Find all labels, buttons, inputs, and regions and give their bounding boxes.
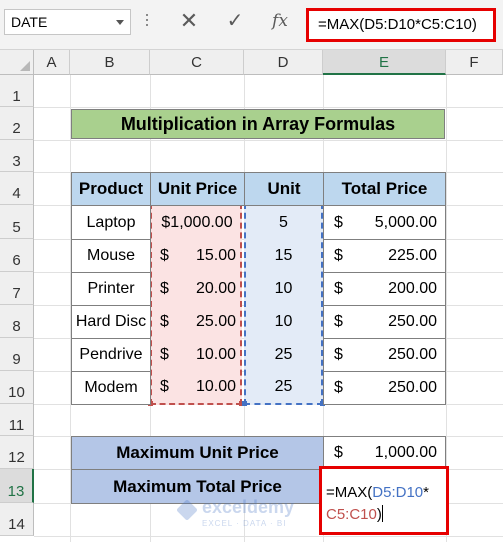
currency-symbol: $ — [160, 313, 169, 330]
cell-product[interactable]: Printer — [71, 272, 151, 306]
cell-value: 20.00 — [195, 280, 236, 297]
select-all-corner[interactable] — [0, 50, 34, 75]
row-header-1[interactable]: 1 — [0, 75, 34, 107]
row-header-6[interactable]: 6 — [0, 239, 34, 272]
header-product[interactable]: Product — [71, 172, 151, 206]
cell-product[interactable]: Pendrive — [71, 338, 151, 372]
row-header-10[interactable]: 10 — [0, 371, 34, 404]
cell-product[interactable]: Hard Disc — [71, 305, 151, 339]
cell-unit-price[interactable]: $15.00 — [152, 239, 242, 273]
column-header-c[interactable]: C — [150, 50, 244, 75]
cell-total-price[interactable]: $5,000.00 — [323, 205, 446, 240]
formula-prefix: =MAX( — [326, 484, 373, 501]
column-header-d[interactable]: D — [244, 50, 323, 75]
currency-symbol: $ — [334, 247, 343, 264]
max-unit-price-cell[interactable]: $1,000.00 — [323, 436, 446, 470]
column-header-f[interactable]: F — [446, 50, 503, 75]
currency-symbol: $ — [334, 280, 343, 297]
cell-value: 10.00 — [195, 346, 236, 363]
cell-value: 250.00 — [388, 313, 437, 330]
row-header-9[interactable]: 9 — [0, 338, 34, 371]
currency-symbol: $ — [334, 379, 343, 396]
text-cursor — [381, 505, 383, 522]
column-header-e[interactable]: E — [323, 50, 446, 75]
cell-unit[interactable]: 10 — [246, 272, 321, 306]
cell-unit-price[interactable]: $20.00 — [152, 272, 242, 306]
cell-unit[interactable]: 15 — [246, 239, 321, 273]
header-total-price[interactable]: Total Price — [323, 172, 446, 206]
currency-symbol: $ — [160, 280, 169, 297]
cell-value: 5,000.00 — [374, 213, 437, 231]
cell-total-price[interactable]: $250.00 — [323, 338, 446, 372]
currency-symbol: $ — [160, 378, 169, 395]
cell-value: 25.00 — [195, 313, 236, 330]
max-unit-price-label[interactable]: Maximum Unit Price — [71, 436, 324, 470]
row-header-12[interactable]: 12 — [0, 436, 34, 469]
cell-value: 225.00 — [388, 247, 437, 264]
cell-total-price[interactable]: $250.00 — [323, 371, 446, 405]
header-unit[interactable]: Unit — [244, 172, 324, 206]
formula-operator: * — [423, 484, 429, 501]
insert-function-icon[interactable]: fx — [268, 9, 292, 35]
cell-value: 200.00 — [388, 280, 437, 297]
currency-symbol: $ — [334, 444, 343, 461]
row-header-14[interactable]: 14 — [0, 503, 34, 536]
cell-unit[interactable]: 5 — [246, 205, 321, 240]
formula-input[interactable]: =MAX(D5:D10*C5:C10) — [306, 8, 496, 42]
name-box-value: DATE — [11, 14, 48, 30]
row-header-2[interactable]: 2 — [0, 107, 34, 140]
cell-unit-price[interactable]: $10.00 — [152, 371, 242, 403]
row-header-4[interactable]: 4 — [0, 172, 34, 205]
formula-ref-d: D5:D10 — [372, 484, 424, 501]
formula-bar: DATE ✕ ✓ fx =MAX(D5:D10*C5:C10) — [0, 0, 503, 50]
cell-value: 1,000.00 — [374, 444, 437, 461]
exceldemy-logo-icon — [176, 499, 198, 521]
currency-symbol: $ — [334, 213, 343, 231]
watermark-tagline: EXCEL · DATA · BI — [202, 519, 287, 528]
cell-product[interactable]: Modem — [71, 371, 151, 405]
cell-unit[interactable]: 10 — [246, 305, 321, 339]
watermark-name: exceldemy — [202, 497, 295, 517]
cell-unit-price[interactable]: $1,000.00 — [152, 205, 242, 240]
cell-total-price[interactable]: $225.00 — [323, 239, 446, 273]
active-cell-editor[interactable]: =MAX(D5:D10* C5:C10) — [319, 466, 449, 535]
row-header-8[interactable]: 8 — [0, 305, 34, 338]
currency-symbol: $ — [160, 247, 169, 264]
cell-value: 250.00 — [388, 346, 437, 363]
column-header-b[interactable]: B — [70, 50, 150, 75]
row-header-11[interactable]: 11 — [0, 404, 34, 436]
currency-symbol: $ — [160, 346, 169, 363]
spreadsheet-grid: A B C D E F 1 2 3 4 5 6 7 8 9 10 11 12 1… — [0, 50, 503, 542]
cell-product[interactable]: Mouse — [71, 239, 151, 273]
sheet-title: Multiplication in Array Formulas — [71, 109, 445, 139]
drag-handle-icon[interactable] — [145, 12, 149, 32]
cell-product[interactable]: Laptop — [71, 205, 151, 240]
currency-symbol: $ — [334, 313, 343, 330]
header-unit-price[interactable]: Unit Price — [150, 172, 245, 206]
cell-value: 250.00 — [388, 379, 437, 396]
formula-ref-c: C5:C10 — [326, 506, 377, 523]
cell-total-price[interactable]: $250.00 — [323, 305, 446, 339]
enter-icon[interactable]: ✓ — [224, 10, 246, 34]
row-header-3[interactable]: 3 — [0, 140, 34, 172]
watermark: exceldemy EXCEL · DATA · BI — [176, 497, 326, 533]
cell-unit[interactable]: 25 — [246, 338, 321, 372]
cell-total-price[interactable]: $200.00 — [323, 272, 446, 306]
currency-symbol: $ — [334, 346, 343, 363]
cell-unit-price[interactable]: $25.00 — [152, 305, 242, 339]
cancel-icon[interactable]: ✕ — [178, 10, 200, 34]
row-header-5[interactable]: 5 — [0, 205, 34, 239]
cell-unit[interactable]: 25 — [246, 371, 321, 403]
row-header-7[interactable]: 7 — [0, 272, 34, 305]
name-box[interactable]: DATE — [4, 9, 131, 35]
chevron-down-icon[interactable] — [116, 20, 124, 25]
row-header-13[interactable]: 13 — [0, 469, 34, 503]
cell-value: 10.00 — [195, 378, 236, 395]
cell-value: 15.00 — [195, 247, 236, 264]
column-header-a[interactable]: A — [34, 50, 70, 75]
cell-unit-price[interactable]: $10.00 — [152, 338, 242, 372]
